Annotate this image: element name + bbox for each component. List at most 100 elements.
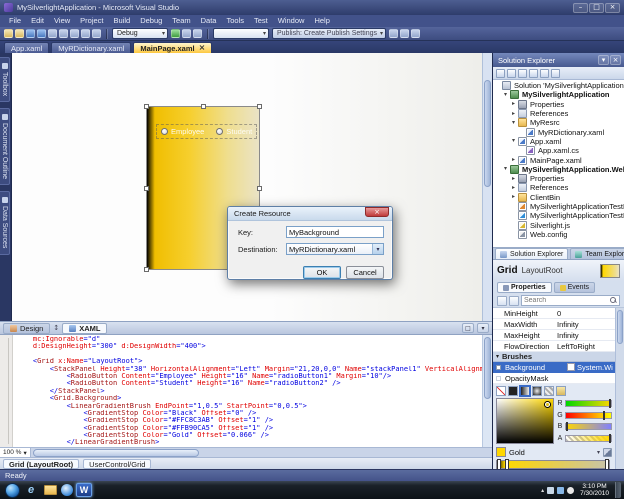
xaml-editor[interactable]: mc:Ignorable="d" d:DesignHeight="300" d:… [0, 334, 492, 447]
color-picker-dot[interactable] [545, 402, 550, 407]
linear-gradient-brush-icon[interactable] [520, 386, 530, 396]
solution-explorer-icon[interactable] [389, 29, 398, 38]
scrollbar-thumb[interactable] [484, 337, 491, 399]
expand-icon[interactable]: ▸ [510, 111, 517, 117]
brushes-category[interactable]: ▾ Brushes [493, 352, 615, 362]
doc-tab-mainpage-xaml[interactable]: MainPage.xaml× [133, 42, 212, 53]
code-line[interactable]: <Grid.Background> [16, 395, 482, 402]
doc-tab-app-xaml[interactable]: App.xaml [4, 42, 49, 53]
menu-item-project[interactable]: Project [75, 15, 108, 27]
split-view-icon[interactable]: □ [462, 323, 474, 333]
property-marker-icon[interactable] [496, 365, 501, 370]
menu-item-test[interactable]: Test [249, 15, 273, 27]
menu-item-data[interactable]: Data [196, 15, 222, 27]
stop-debug-icon[interactable] [193, 29, 202, 38]
tab-team-explorer[interactable]: Team Explorer [570, 248, 624, 259]
tab-events[interactable]: Events [554, 282, 595, 293]
editor-vertical-scrollbar[interactable] [482, 335, 492, 447]
start-debug-icon[interactable] [171, 29, 180, 38]
title-bar[interactable]: MySilverlightApplication - Microsoft Vis… [0, 0, 624, 15]
design-vertical-scrollbar[interactable] [482, 53, 492, 321]
brush-preview-swatch[interactable] [600, 264, 620, 278]
properties-icon[interactable] [551, 69, 560, 78]
tree-item-mysilverlightapplicationtestpage-aspx[interactable]: MySilverlightApplicationTestPage.aspx [493, 202, 624, 211]
code-line[interactable] [16, 351, 482, 358]
show-desktop-button[interactable] [615, 482, 621, 498]
undo-icon[interactable] [81, 29, 90, 38]
destination-combo[interactable]: MyRDictionary.xaml▾ [286, 243, 384, 255]
code-line[interactable]: </LinearGradientBrush> [16, 439, 482, 446]
autohide-tab-document-outline[interactable]: Document Outline [0, 108, 10, 185]
slider-thumb[interactable] [609, 434, 611, 443]
tree-item-app-xaml-cs[interactable]: App.xaml.cs [493, 146, 624, 155]
scrollbar-thumb[interactable] [484, 80, 491, 187]
brush-resource-icon[interactable] [556, 386, 566, 396]
tree-item-clientbin[interactable]: ▸ClientBin [493, 193, 624, 202]
tree-item-silverlight-js[interactable]: Silverlight.js [493, 220, 624, 229]
color-field[interactable] [496, 398, 554, 444]
property-row-flowdirection[interactable]: FlowDirectionLeftToRight [493, 341, 615, 352]
menu-item-window[interactable]: Window [273, 15, 310, 27]
refresh-icon[interactable] [518, 69, 527, 78]
background-property-row[interactable]: Background System.Wind [493, 362, 615, 373]
close-icon[interactable]: × [610, 55, 621, 65]
scrollbar-thumb[interactable] [617, 310, 623, 344]
expand-icon[interactable]: ▸ [510, 101, 517, 107]
radio-student[interactable]: Student [216, 127, 252, 136]
code-line[interactable]: d:DesignHeight="300" d:DesignWidth="400"… [16, 343, 482, 350]
gradient-stop[interactable] [505, 459, 509, 469]
configuration-combo[interactable]: Debug▾ [112, 28, 168, 39]
maximize-button[interactable]: □ [589, 3, 604, 13]
code-text[interactable]: mc:Ignorable="d" d:DesignHeight="300" d:… [13, 335, 482, 447]
menu-item-build[interactable]: Build [109, 15, 136, 27]
resize-handle[interactable] [201, 104, 206, 109]
tab-xaml[interactable]: XAML [62, 323, 107, 334]
start-button[interactable] [5, 483, 20, 498]
slider-thumb[interactable] [603, 411, 605, 420]
properties-scrollbar[interactable] [615, 308, 624, 469]
tree-item-myresrc[interactable]: ▾MyResrc [493, 118, 624, 127]
collapse-pane-icon[interactable]: ▾ [477, 323, 489, 333]
code-line[interactable]: <GradientStop Color="#FFB90CA5" Offset="… [16, 425, 482, 432]
resize-handle[interactable] [144, 267, 149, 272]
null-brush-icon[interactable] [496, 386, 506, 396]
tree-item-mysilverlightapplicationtestpage-html[interactable]: MySilverlightApplicationTestPage.html [493, 211, 624, 220]
cancel-button[interactable]: Cancel [346, 266, 384, 279]
cut-icon[interactable] [48, 29, 57, 38]
view-code-icon[interactable] [529, 69, 538, 78]
code-line[interactable]: <RadioButton Content="Student" Height="1… [16, 380, 482, 387]
breadcrumb-element[interactable]: Grid (LayoutRoot) [3, 459, 79, 469]
tray-icon-2[interactable] [557, 487, 564, 494]
tree-item-references[interactable]: ▸References [493, 109, 624, 118]
solid-color-brush-icon[interactable] [508, 386, 518, 396]
tree-item-properties[interactable]: ▸Properties [493, 100, 624, 109]
property-row-minheight[interactable]: MinHeight0 [493, 308, 615, 319]
taskbar-media-icon[interactable] [61, 484, 73, 496]
platform-combo[interactable]: ▾ [213, 28, 269, 39]
property-search-input[interactable] [524, 297, 610, 304]
open-file-icon[interactable] [15, 29, 24, 38]
tray-icon-3[interactable] [567, 487, 574, 494]
expand-icon[interactable]: ▸ [510, 185, 517, 191]
channel-b-slider[interactable] [565, 423, 612, 430]
design-surface[interactable]: Employee Student Create Resource × Key: [11, 53, 482, 321]
radio-employee[interactable]: Employee [161, 127, 204, 136]
collapse-icon[interactable]: ▾ [510, 120, 517, 126]
property-value[interactable]: Infinity [557, 320, 613, 329]
tray-expand-icon[interactable]: ▴ [541, 487, 544, 494]
save-all-icon[interactable] [37, 29, 46, 38]
code-line[interactable]: <GradientStop Color="#FFC8C3AB" Offset="… [16, 417, 482, 424]
resize-handle[interactable] [257, 104, 262, 109]
autohide-tab-toolbox[interactable]: Toolbox [0, 57, 10, 102]
close-button[interactable]: × [605, 3, 620, 13]
paste-icon[interactable] [70, 29, 79, 38]
property-value[interactable]: LeftToRight [557, 342, 613, 351]
property-row-maxheight[interactable]: MaxHeightInfinity [493, 330, 615, 341]
menu-item-view[interactable]: View [49, 15, 75, 27]
ok-button[interactable]: OK [303, 266, 341, 279]
redo-icon[interactable] [92, 29, 101, 38]
menu-item-tools[interactable]: Tools [221, 15, 249, 27]
view-designer-icon[interactable] [540, 69, 549, 78]
properties-window-icon[interactable] [400, 29, 409, 38]
stack-panel[interactable]: Employee Student [157, 125, 256, 138]
